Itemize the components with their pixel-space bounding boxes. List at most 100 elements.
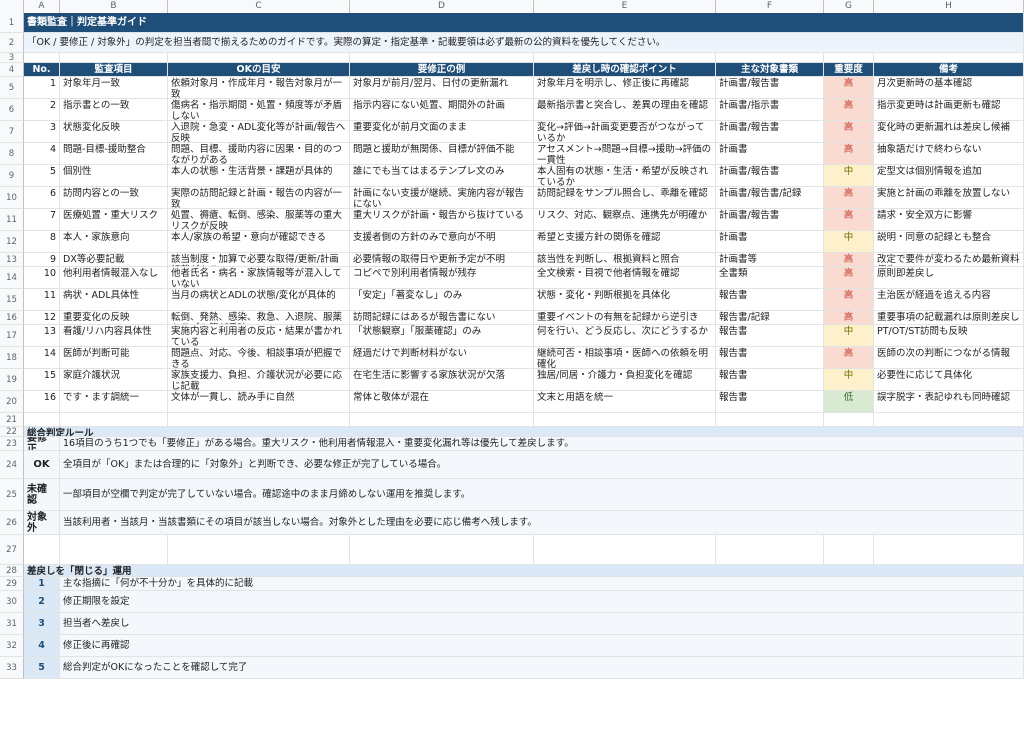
- cell-check[interactable]: 全文検索・目視で他者情報を確認: [534, 267, 716, 289]
- row-header[interactable]: 5: [0, 77, 24, 99]
- cell-no[interactable]: 13: [24, 325, 60, 347]
- empty-cell[interactable]: [874, 535, 1024, 565]
- cell-item[interactable]: 家庭介護状況: [60, 369, 168, 391]
- cell-note[interactable]: 主治医が経過を追える内容: [874, 289, 1024, 311]
- row-header[interactable]: 17: [0, 325, 24, 347]
- cell-priority[interactable]: 中: [824, 369, 874, 391]
- empty-cell[interactable]: [716, 53, 824, 63]
- cell-item[interactable]: 本人・家族意向: [60, 231, 168, 253]
- rule-key[interactable]: 対象外: [24, 511, 60, 535]
- cell-ok[interactable]: 文体が一貫し、読み手に自然: [168, 391, 350, 413]
- cell-ok[interactable]: 本人/家族の希望・意向が確認できる: [168, 231, 350, 253]
- row-header[interactable]: 1: [0, 13, 24, 33]
- cell-no[interactable]: 5: [24, 165, 60, 187]
- cell-item[interactable]: 他利用者情報混入なし: [60, 267, 168, 289]
- cell-priority[interactable]: 高: [824, 267, 874, 289]
- row-header[interactable]: 32: [0, 635, 24, 657]
- cell-docs[interactable]: 計画書/報告書: [716, 209, 824, 231]
- row-header[interactable]: 8: [0, 143, 24, 165]
- cell-no[interactable]: 16: [24, 391, 60, 413]
- cell-check[interactable]: 重要イベントの有無を記録から逆引き: [534, 311, 716, 325]
- cell-note[interactable]: 抽象語だけで終わらない: [874, 143, 1024, 165]
- cell-ok[interactable]: 家族支援力、負担、介護状況が必要に応じ記載: [168, 369, 350, 391]
- row-header[interactable]: 15: [0, 289, 24, 311]
- cell-fix[interactable]: 重大リスクが計画・報告から抜けている: [350, 209, 534, 231]
- cell-fix[interactable]: 「安定」「著変なし」のみ: [350, 289, 534, 311]
- column-header-h[interactable]: H: [874, 0, 1024, 13]
- empty-cell[interactable]: [716, 413, 824, 427]
- cell-no[interactable]: 8: [24, 231, 60, 253]
- cell-check[interactable]: 変化→評価→計画変更要否がつながっているか: [534, 121, 716, 143]
- step-text[interactable]: 修正期限を設定: [60, 591, 1024, 613]
- cell-docs[interactable]: 報告書: [716, 325, 824, 347]
- empty-cell[interactable]: [60, 535, 168, 565]
- row-header[interactable]: 25: [0, 479, 24, 511]
- row-header[interactable]: 13: [0, 253, 24, 267]
- empty-cell[interactable]: [168, 53, 350, 63]
- cell-priority[interactable]: 高: [824, 99, 874, 121]
- row-header[interactable]: 7: [0, 121, 24, 143]
- cell-docs[interactable]: 全書類: [716, 267, 824, 289]
- step-number[interactable]: 3: [24, 613, 60, 635]
- cell-ok[interactable]: 処置、褥瘡、転倒、感染、服薬等の重大リスクが反映: [168, 209, 350, 231]
- cell-check[interactable]: アセスメント→問題→目標→援助→評価の一貫性: [534, 143, 716, 165]
- empty-cell[interactable]: [534, 413, 716, 427]
- cell-fix[interactable]: 常体と敬体が混在: [350, 391, 534, 413]
- cell-note[interactable]: 定型文は個別情報を追加: [874, 165, 1024, 187]
- row-header[interactable]: 11: [0, 209, 24, 231]
- rule-key[interactable]: OK: [24, 451, 60, 479]
- empty-cell[interactable]: [824, 413, 874, 427]
- cell-docs[interactable]: 報告書: [716, 347, 824, 369]
- cell-docs[interactable]: 計画書/報告書/記録: [716, 187, 824, 209]
- cell-docs[interactable]: 計画書等: [716, 253, 824, 267]
- row-header[interactable]: 20: [0, 391, 24, 413]
- cell-check[interactable]: リスク、対応、観察点、連携先が明確か: [534, 209, 716, 231]
- cell-priority[interactable]: 高: [824, 347, 874, 369]
- cell-check[interactable]: 独居/同居・介護力・負担変化を確認: [534, 369, 716, 391]
- cell-ok[interactable]: 当月の病状とADLの状態/変化が具体的: [168, 289, 350, 311]
- cell-docs[interactable]: 報告書: [716, 289, 824, 311]
- cell-item[interactable]: 問題-目標-援助整合: [60, 143, 168, 165]
- step-text[interactable]: 総合判定がOKになったことを確認して完了: [60, 657, 1024, 679]
- rule-text[interactable]: 16項目のうち1つでも「要修正」がある場合。重大リスク・他利用者情報混入・重要変…: [60, 437, 1024, 451]
- step-text[interactable]: 主な指摘に「何が不十分か」を具体的に記載: [60, 577, 1024, 591]
- row-header[interactable]: 3: [0, 53, 24, 63]
- cell-no[interactable]: 11: [24, 289, 60, 311]
- cell-note[interactable]: 改定で要件が変わるため最新資料優先: [874, 253, 1024, 267]
- cell-item[interactable]: 状態変化反映: [60, 121, 168, 143]
- cell-no[interactable]: 10: [24, 267, 60, 289]
- empty-cell[interactable]: [350, 413, 534, 427]
- cell-check[interactable]: 継続可否・相談事項・医師への依頼を明確化: [534, 347, 716, 369]
- cell-fix[interactable]: 必要情報の取得日や更新予定が不明: [350, 253, 534, 267]
- cell-no[interactable]: 1: [24, 77, 60, 99]
- cell-ok[interactable]: 転倒、発熱、感染、救急、入退院、服薬トラブル等が反映: [168, 311, 350, 325]
- cell-ok[interactable]: 本人の状態・生活背景・課題が具体的: [168, 165, 350, 187]
- empty-cell[interactable]: [24, 53, 60, 63]
- header-priority[interactable]: 重要度: [824, 63, 874, 77]
- cell-item[interactable]: です・ます調統一: [60, 391, 168, 413]
- cell-no[interactable]: 6: [24, 187, 60, 209]
- cell-note[interactable]: 指示変更時は計画更新も確認: [874, 99, 1024, 121]
- empty-cell[interactable]: [824, 535, 874, 565]
- rules-title[interactable]: 総合判定ルール: [24, 427, 1024, 437]
- cell-check[interactable]: 希望と支援方針の関係を確認: [534, 231, 716, 253]
- cell-item[interactable]: 病状・ADL具体性: [60, 289, 168, 311]
- cell-fix[interactable]: 計画にない支援が継続、実施内容が報告にない: [350, 187, 534, 209]
- cell-check[interactable]: 状態・変化・判断根拠を具体化: [534, 289, 716, 311]
- column-header-d[interactable]: D: [350, 0, 534, 13]
- cell-note[interactable]: 必要性に応じて具体化: [874, 369, 1024, 391]
- cell-docs[interactable]: 計画書/報告書: [716, 165, 824, 187]
- select-all-corner[interactable]: [0, 0, 24, 13]
- cell-priority[interactable]: 中: [824, 325, 874, 347]
- row-header[interactable]: 31: [0, 613, 24, 635]
- cell-fix[interactable]: 経過だけで判断材料がない: [350, 347, 534, 369]
- cell-item[interactable]: 医師が判断可能: [60, 347, 168, 369]
- cell-priority[interactable]: 高: [824, 289, 874, 311]
- empty-cell[interactable]: [534, 53, 716, 63]
- empty-cell[interactable]: [168, 413, 350, 427]
- cell-ok[interactable]: 入退院・急変・ADL変化等が計画/報告へ反映: [168, 121, 350, 143]
- cell-check[interactable]: 最新指示書と突合し、差異の理由を確認: [534, 99, 716, 121]
- row-header[interactable]: 21: [0, 413, 24, 427]
- row-header[interactable]: 9: [0, 165, 24, 187]
- empty-cell[interactable]: [350, 53, 534, 63]
